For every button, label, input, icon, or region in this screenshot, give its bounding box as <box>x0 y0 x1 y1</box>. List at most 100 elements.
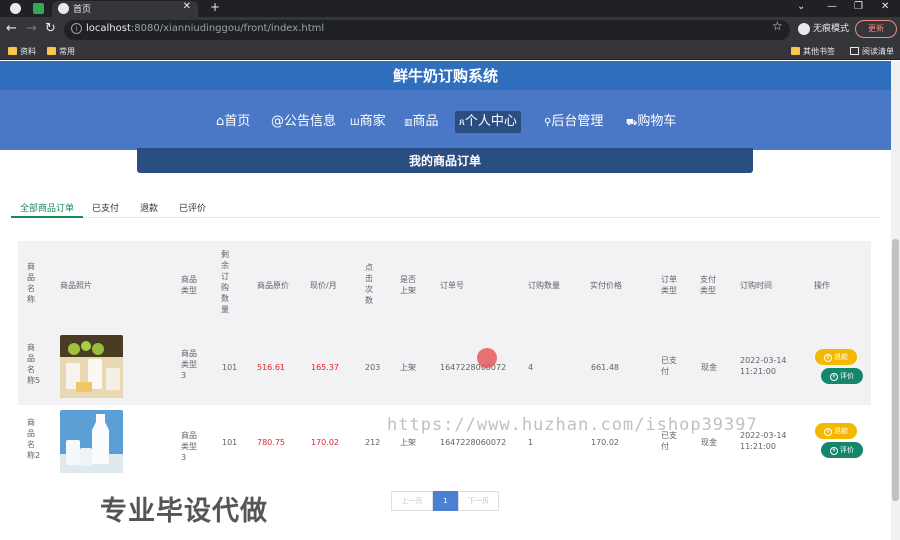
active-tab-indicator <box>11 216 83 218</box>
yen-icon: ¥ <box>830 373 838 381</box>
globe-icon <box>58 3 69 14</box>
tab-search-icon[interactable]: ⌄ <box>797 1 805 12</box>
nav-cart[interactable]: ⛟购物车 <box>622 111 680 133</box>
refund-button[interactable]: ¥ 退款 <box>815 423 857 439</box>
bookmarks-bar: 资料 常用 其他书签 阅读清单 <box>0 43 900 60</box>
product-photo[interactable] <box>60 335 123 398</box>
nav-personal-center[interactable]: ጸ个人中心 <box>455 111 521 133</box>
cell-remaining: 101 <box>222 363 238 372</box>
maximize-icon[interactable]: ❐ <box>854 1 863 12</box>
reading-list[interactable]: 阅读清单 <box>850 46 894 57</box>
site-title: 鲜牛奶订购系统 <box>392 67 498 85</box>
address-bar[interactable]: i localhost:8080/xianniudinggou/front/in… <box>64 20 790 40</box>
cell-type: 商品类型3 <box>181 431 197 462</box>
col-header-paid: 实付价格 <box>590 281 622 290</box>
new-tab-icon[interactable]: + <box>210 0 220 14</box>
cell-clicks: 203 <box>365 363 381 372</box>
section-title: 我的商品订单 <box>408 154 481 168</box>
page-viewport: 鲜牛奶订购系统 ⌂首页 @公告信息 Ш商家 ▥商品 ጸ个人中心 ⚲后台管理 ⛟购… <box>0 61 891 540</box>
col-header-photo: 商品照片 <box>60 281 92 290</box>
sheets-tab-icon[interactable] <box>33 3 44 14</box>
cell-original-price: 780.75 <box>257 438 285 447</box>
reload-icon[interactable]: ↻ <box>45 21 56 36</box>
tab-paid[interactable]: 已支付 <box>92 201 119 214</box>
goods-icon: ▥ <box>404 118 413 128</box>
scrollbar-thumb[interactable] <box>892 239 899 501</box>
col-header-order-type: 订单类型 <box>661 275 677 295</box>
folder-icon <box>791 47 800 55</box>
tab-all-orders[interactable]: 全部商品订单 <box>20 201 74 214</box>
cell-original-price: 516.61 <box>257 363 285 372</box>
cell-on-shelf: 上架 <box>400 363 416 372</box>
cell-pay-type: 现金 <box>701 438 717 447</box>
site-info-icon[interactable]: i <box>71 23 82 34</box>
product-photo[interactable] <box>60 410 123 473</box>
incognito-icon <box>798 22 810 35</box>
col-header-original-price: 商品原价 <box>257 281 289 290</box>
cell-type: 商品类型3 <box>181 349 197 380</box>
cell-name: 商品名称5 <box>27 343 41 385</box>
nav-announcements[interactable]: @公告信息 <box>267 111 340 133</box>
cursor-highlight <box>477 348 497 368</box>
browser-tab-strip: 首页 ✕ + ⌄ — ❐ ✕ <box>0 0 900 17</box>
cell-order-no: 1647228060072 <box>440 363 507 372</box>
cell-order-no: 1647228060072 <box>440 438 507 447</box>
col-header-on-shelf: 是否上架 <box>400 275 416 295</box>
tab-reviewed[interactable]: 已评价 <box>179 201 206 214</box>
nav-merchants[interactable]: Ш商家 <box>346 111 390 133</box>
cell-quantity: 1 <box>528 438 534 447</box>
page-scrollbar[interactable] <box>891 61 900 540</box>
nav-goods[interactable]: ▥商品 <box>400 111 443 133</box>
cell-paid: 170.02 <box>591 438 619 447</box>
folder-icon <box>8 47 17 55</box>
cell-quantity: 4 <box>528 363 534 372</box>
review-button[interactable]: ¥ 评价 <box>821 368 863 384</box>
nav-admin[interactable]: ⚲后台管理 <box>540 111 607 133</box>
reading-list-icon <box>850 47 859 55</box>
browser-menu-icon[interactable] <box>10 3 21 14</box>
cell-order-type: 已支付 <box>661 356 677 376</box>
yen-icon: ¥ <box>830 447 838 455</box>
promo-text: 专业毕设代做 <box>100 496 268 527</box>
yen-icon: ¥ <box>824 428 832 436</box>
col-header-clicks: 点击次数 <box>365 263 373 305</box>
bookmark-folder-1[interactable]: 资料 <box>8 46 36 57</box>
other-bookmarks[interactable]: 其他书签 <box>791 46 835 57</box>
tab-refund[interactable]: 退款 <box>140 201 158 214</box>
update-button[interactable]: 更新 <box>855 20 897 38</box>
cell-name: 商品名称2 <box>27 418 41 460</box>
cell-on-shelf: 上架 <box>400 438 416 447</box>
close-tab-icon[interactable]: ✕ <box>183 1 191 12</box>
cell-remaining: 101 <box>222 438 238 447</box>
incognito-indicator[interactable]: 无痕模式 <box>798 21 849 35</box>
review-button[interactable]: ¥ 评价 <box>821 442 863 458</box>
back-icon[interactable]: ← <box>6 21 17 36</box>
milk-glasses-image <box>60 335 123 398</box>
prev-page-button[interactable]: 上一页 <box>391 491 433 511</box>
forward-icon[interactable]: → <box>26 21 37 36</box>
nav-home[interactable]: ⌂首页 <box>212 111 254 133</box>
col-header-order-no: 订单号 <box>440 281 464 290</box>
col-header-actions: 操作 <box>814 281 830 290</box>
orders-table: 商品名称 商品照片 商品类型 剩余订购数量 商品原价 现价/月 点击次数 是否上… <box>18 241 871 473</box>
section-title-bar: 我的商品订单 <box>137 148 753 173</box>
cell-clicks: 212 <box>365 438 381 447</box>
announcement-icon: @ <box>271 114 284 129</box>
site-header: 鲜牛奶订购系统 <box>0 61 891 90</box>
watermark-url: https://www.huzhan.com/ishop39397 <box>387 415 758 435</box>
page-1-button[interactable]: 1 <box>433 491 458 511</box>
col-header-pay-type: 支付类型 <box>700 275 716 295</box>
cell-pay-type: 现金 <box>701 363 717 372</box>
active-browser-tab[interactable]: 首页 ✕ <box>52 1 198 17</box>
cell-price-month: 170.02 <box>311 438 339 447</box>
close-window-icon[interactable]: ✕ <box>881 1 889 12</box>
bookmark-star-icon[interactable]: ☆ <box>772 19 783 33</box>
minimize-icon[interactable]: — <box>827 1 837 12</box>
col-header-name: 商品名称 <box>27 262 35 304</box>
next-page-button[interactable]: 下一页 <box>458 491 499 511</box>
tab-title: 首页 <box>73 5 92 15</box>
refund-button[interactable]: ¥ 退款 <box>815 349 857 365</box>
milk-bottle-image <box>60 410 123 473</box>
bookmark-folder-2[interactable]: 常用 <box>47 46 75 57</box>
col-header-quantity: 订购数量 <box>528 281 560 290</box>
